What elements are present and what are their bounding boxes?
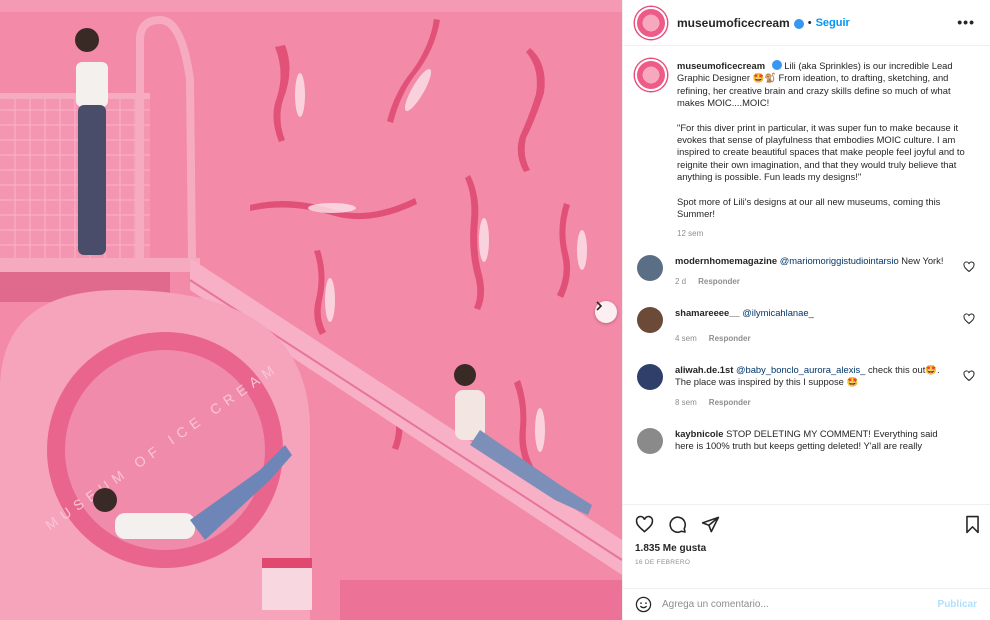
comment-time: 4 sem bbox=[675, 334, 697, 344]
comment-time: 2 d bbox=[675, 277, 687, 287]
comment-text: New York! bbox=[898, 254, 944, 266]
like-comment-heart-icon[interactable] bbox=[963, 369, 975, 382]
verified-badge-icon bbox=[771, 60, 782, 70]
reply-button[interactable]: Responder bbox=[709, 334, 751, 343]
verified-badge-icon bbox=[793, 18, 804, 29]
comment-item: modernhomemagazine @mariomoriggistudioin… bbox=[635, 254, 979, 289]
post-date: 16 DE FEBRERO bbox=[635, 559, 691, 566]
caption-paragraph-3: Spot more of Lili's designs at our all n… bbox=[677, 195, 941, 220]
separator-dot: • bbox=[807, 16, 812, 29]
comment-time: 8 sem bbox=[675, 398, 697, 408]
like-comment-heart-icon[interactable] bbox=[963, 313, 975, 325]
add-comment-bar: Publicar bbox=[623, 588, 990, 620]
comment-mention[interactable]: @ilymicahlanae_ bbox=[742, 307, 814, 318]
chevron-right-icon bbox=[596, 301, 603, 311]
commenter-avatar[interactable] bbox=[637, 254, 663, 281]
commenter-username[interactable]: aliwah.de.1st bbox=[675, 364, 733, 375]
comments-scroll-area[interactable]: museumoficecream Lili (aka Sprinkles) is… bbox=[623, 47, 990, 504]
more-options-icon[interactable]: ••• bbox=[957, 14, 975, 30]
comment-input[interactable] bbox=[662, 599, 912, 610]
reply-button[interactable]: Responder bbox=[698, 277, 740, 286]
post-caption: museumoficecream Lili (aka Sprinkles) is… bbox=[635, 59, 979, 241]
save-bookmark-icon[interactable] bbox=[964, 515, 981, 534]
commenter-avatar[interactable] bbox=[637, 306, 663, 333]
follow-button[interactable]: Seguir bbox=[816, 17, 850, 29]
publish-button[interactable]: Publicar bbox=[938, 599, 977, 610]
commenter-username[interactable]: kaybnicole bbox=[675, 428, 723, 439]
emoji-smiley-icon[interactable] bbox=[635, 596, 652, 613]
post-image[interactable]: MUSEUM OF ICE CREAM bbox=[0, 0, 622, 620]
caption-username[interactable]: museumoficecream bbox=[677, 60, 765, 71]
commenter-avatar[interactable] bbox=[637, 363, 663, 390]
post-header: museumoficecream • Seguir ••• bbox=[623, 0, 990, 46]
post-side-panel: museumoficecream • Seguir ••• museumofic… bbox=[622, 0, 990, 620]
caption-paragraph-2: "For this diver print in particular, it … bbox=[677, 121, 965, 183]
next-image-button[interactable] bbox=[595, 301, 617, 323]
commenter-avatar[interactable] bbox=[637, 427, 663, 454]
likes-count[interactable]: 1.835 Me gusta bbox=[623, 534, 990, 554]
comment-item: kaybnicole STOP DELETING MY COMMENT! Eve… bbox=[635, 427, 979, 454]
museum-photo: MUSEUM OF ICE CREAM bbox=[0, 0, 622, 620]
avatar[interactable] bbox=[635, 6, 667, 39]
commenter-username[interactable]: modernhomemagazine bbox=[675, 255, 777, 266]
comment-mention[interactable]: @mariomoriggistudiointarsio bbox=[780, 255, 899, 266]
caption-avatar[interactable] bbox=[635, 59, 667, 91]
comment-item: shamareeee__ @ilymicahlanae_ 4 sem Respon… bbox=[635, 306, 979, 346]
comment-item: aliwah.de.1st @baby_bonclo_aurora_alexis… bbox=[635, 363, 979, 410]
commenter-username[interactable]: shamareeee__ bbox=[675, 307, 740, 318]
caption-timestamp: 12 sem bbox=[677, 229, 704, 239]
comment-bubble-icon[interactable] bbox=[668, 515, 687, 534]
reply-button[interactable]: Responder bbox=[709, 398, 751, 407]
share-send-icon[interactable] bbox=[701, 515, 720, 534]
author-username[interactable]: museumoficecream bbox=[677, 16, 790, 30]
comment-mention[interactable]: @baby_bonclo_aurora_alexis_ bbox=[736, 364, 865, 375]
like-heart-icon[interactable] bbox=[635, 515, 654, 534]
like-comment-heart-icon[interactable] bbox=[963, 261, 975, 273]
